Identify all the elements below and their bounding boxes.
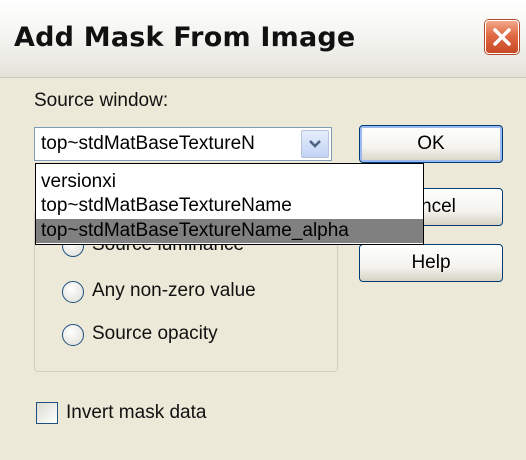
help-button[interactable]: Help — [359, 244, 503, 282]
dropdown-option-texture-name-alpha[interactable]: top~stdMatBaseTextureName_alpha — [36, 219, 423, 243]
source-window-value: top~stdMatBaseTextureN — [41, 133, 255, 154]
source-window-combobox[interactable]: top~stdMatBaseTextureN — [34, 127, 332, 161]
add-mask-dialog: Add Mask From Image Source window: top~s… — [0, 0, 526, 460]
radio-label: Any non-zero value — [92, 280, 256, 301]
source-window-dropdown-list[interactable]: versionxi top~stdMatBaseTextureName top~… — [35, 163, 424, 245]
title-bar[interactable]: Add Mask From Image — [0, 0, 526, 78]
radio-label: Source opacity — [92, 323, 218, 344]
radio-button[interactable] — [62, 281, 84, 303]
window-title: Add Mask From Image — [14, 22, 356, 53]
radio-button[interactable] — [62, 324, 84, 346]
ok-button[interactable]: OK — [359, 125, 503, 163]
close-icon — [493, 28, 511, 46]
combobox-dropdown-button[interactable] — [301, 130, 329, 158]
dropdown-option-versionxi[interactable]: versionxi — [36, 170, 423, 194]
dropdown-option-texture-name[interactable]: top~stdMatBaseTextureName — [36, 194, 423, 218]
source-window-label: Source window: — [34, 90, 169, 111]
chevron-down-icon — [309, 140, 321, 148]
close-button[interactable] — [485, 20, 519, 54]
invert-mask-checkbox[interactable] — [36, 402, 58, 424]
invert-mask-label: Invert mask data — [66, 402, 207, 423]
